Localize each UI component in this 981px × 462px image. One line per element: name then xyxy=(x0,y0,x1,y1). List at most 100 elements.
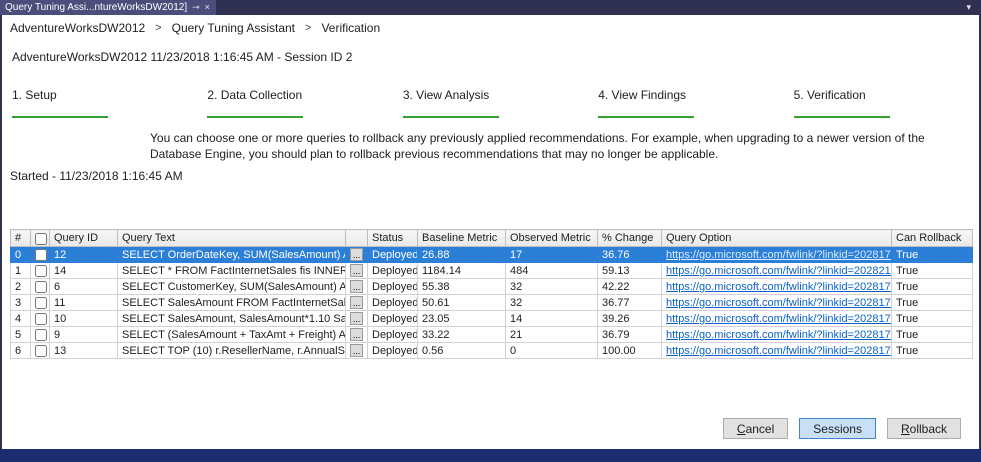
row-checkbox[interactable] xyxy=(35,345,47,358)
header-query-id[interactable]: Query ID xyxy=(49,229,118,248)
header-percent-change[interactable]: % Change xyxy=(597,229,662,248)
can-rollback-cell[interactable]: True xyxy=(891,310,973,328)
can-rollback-cell[interactable]: True xyxy=(891,278,973,296)
rollback-button[interactable]: Rollback xyxy=(886,418,961,439)
status-cell[interactable]: Deployed xyxy=(367,246,418,264)
row-checkbox[interactable] xyxy=(35,313,47,326)
status-cell[interactable]: Deployed xyxy=(367,294,418,312)
percent-change-cell[interactable]: 100.00 xyxy=(597,342,662,360)
query-option-link[interactable]: https://go.microsoft.com/fwlink/?linkid=… xyxy=(666,329,891,341)
pin-icon[interactable]: ⊸ xyxy=(192,3,200,12)
can-rollback-cell[interactable]: True xyxy=(891,326,973,344)
baseline-metric-cell[interactable]: 55.38 xyxy=(417,278,506,296)
row-checkbox[interactable] xyxy=(35,249,47,262)
can-rollback-cell[interactable]: True xyxy=(891,342,973,360)
document-tab[interactable]: Query Tuning Assi...ntureWorksDW2012] ⊸ … xyxy=(0,0,216,15)
header-status[interactable]: Status xyxy=(367,229,418,248)
row-number-cell[interactable]: 4 xyxy=(10,310,31,328)
query-text-cell[interactable]: SELECT SalesAmount FROM FactInternetSale… xyxy=(117,294,346,312)
header-can-rollback[interactable]: Can Rollback xyxy=(891,229,973,248)
percent-change-cell[interactable]: 39.26 xyxy=(597,310,662,328)
table-row[interactable]: 4 10 SELECT SalesAmount, SalesAmount*1.1… xyxy=(10,310,973,328)
baseline-metric-cell[interactable]: 1184.14 xyxy=(417,262,506,280)
table-row[interactable]: 3 11 SELECT SalesAmount FROM FactInterne… xyxy=(10,294,973,312)
select-all-checkbox[interactable] xyxy=(35,232,47,245)
query-text-expand-button[interactable]: ... xyxy=(350,328,363,342)
query-id-cell[interactable]: 12 xyxy=(49,246,118,264)
row-checkbox[interactable] xyxy=(35,297,47,310)
query-id-cell[interactable]: 10 xyxy=(49,310,118,328)
observed-metric-cell[interactable]: 32 xyxy=(505,294,598,312)
row-checkbox[interactable] xyxy=(35,265,47,278)
observed-metric-cell[interactable]: 17 xyxy=(505,246,598,264)
query-text-expand-button[interactable]: ... xyxy=(350,344,363,358)
baseline-metric-cell[interactable]: 26.88 xyxy=(417,246,506,264)
can-rollback-cell[interactable]: True xyxy=(891,246,973,264)
query-option-link[interactable]: https://go.microsoft.com/fwlink/?linkid=… xyxy=(666,297,891,309)
status-cell[interactable]: Deployed xyxy=(367,262,418,280)
query-id-cell[interactable]: 11 xyxy=(49,294,118,312)
observed-metric-cell[interactable]: 0 xyxy=(505,342,598,360)
percent-change-cell[interactable]: 42.22 xyxy=(597,278,662,296)
query-text-cell[interactable]: SELECT OrderDateKey, SUM(SalesAmount) AS… xyxy=(117,246,346,264)
query-option-link[interactable]: https://go.microsoft.com/fwlink/?linkid=… xyxy=(666,249,891,261)
query-option-link[interactable]: https://go.microsoft.com/fwlink/?linkid=… xyxy=(666,313,891,325)
percent-change-cell[interactable]: 36.79 xyxy=(597,326,662,344)
breadcrumb-item-database[interactable]: AdventureWorksDW2012 xyxy=(10,21,145,35)
query-text-expand-button[interactable]: ... xyxy=(350,312,363,326)
percent-change-cell[interactable]: 59.13 xyxy=(597,262,662,280)
query-text-cell[interactable]: SELECT * FROM FactInternetSales fis INNE… xyxy=(117,262,346,280)
query-option-link[interactable]: https://go.microsoft.com/fwlink/?linkid=… xyxy=(666,265,891,277)
query-text-expand-button[interactable]: ... xyxy=(350,296,363,310)
baseline-metric-cell[interactable]: 23.05 xyxy=(417,310,506,328)
header-query-option[interactable]: Query Option xyxy=(661,229,892,248)
sessions-button[interactable]: Sessions xyxy=(799,418,876,439)
cancel-button[interactable]: Cancel xyxy=(722,418,789,439)
close-icon[interactable]: × xyxy=(205,3,210,12)
can-rollback-cell[interactable]: True xyxy=(891,294,973,312)
query-id-cell[interactable]: 6 xyxy=(49,278,118,296)
breadcrumb-item-verification[interactable]: Verification xyxy=(321,21,380,35)
can-rollback-cell[interactable]: True xyxy=(891,262,973,280)
header-baseline-metric[interactable]: Baseline Metric xyxy=(417,229,506,248)
status-cell[interactable]: Deployed xyxy=(367,342,418,360)
row-number-cell[interactable]: 3 xyxy=(10,294,31,312)
table-row[interactable]: 6 13 SELECT TOP (10) r.ResellerName, r.A… xyxy=(10,342,973,360)
table-row[interactable]: 2 6 SELECT CustomerKey, SUM(SalesAmount)… xyxy=(10,278,973,296)
query-text-cell[interactable]: SELECT TOP (10) r.ResellerName, r.Annual… xyxy=(117,342,346,360)
observed-metric-cell[interactable]: 32 xyxy=(505,278,598,296)
query-id-cell[interactable]: 13 xyxy=(49,342,118,360)
status-cell[interactable]: Deployed xyxy=(367,310,418,328)
row-number-cell[interactable]: 2 xyxy=(10,278,31,296)
query-text-expand-button[interactable]: ... xyxy=(350,264,363,278)
observed-metric-cell[interactable]: 21 xyxy=(505,326,598,344)
header-observed-metric[interactable]: Observed Metric xyxy=(505,229,598,248)
row-checkbox[interactable] xyxy=(35,329,47,342)
table-row[interactable]: 0 12 SELECT OrderDateKey, SUM(SalesAmoun… xyxy=(10,246,973,264)
query-option-link[interactable]: https://go.microsoft.com/fwlink/?linkid=… xyxy=(666,281,891,293)
baseline-metric-cell[interactable]: 33.22 xyxy=(417,326,506,344)
breadcrumb-item-query-tuning-assistant[interactable]: Query Tuning Assistant xyxy=(172,21,295,35)
status-cell[interactable]: Deployed xyxy=(367,278,418,296)
table-row[interactable]: 1 14 SELECT * FROM FactInternetSales fis… xyxy=(10,262,973,280)
observed-metric-cell[interactable]: 484 xyxy=(505,262,598,280)
row-checkbox[interactable] xyxy=(35,281,47,294)
query-text-expand-button[interactable]: ... xyxy=(350,280,363,294)
query-id-cell[interactable]: 9 xyxy=(49,326,118,344)
query-id-cell[interactable]: 14 xyxy=(49,262,118,280)
baseline-metric-cell[interactable]: 50.61 xyxy=(417,294,506,312)
status-cell[interactable]: Deployed xyxy=(367,326,418,344)
query-text-cell[interactable]: SELECT SalesAmount, SalesAmount*1.10 Sal… xyxy=(117,310,346,328)
query-option-link[interactable]: https://go.microsoft.com/fwlink/?linkid=… xyxy=(666,345,891,357)
row-number-cell[interactable]: 0 xyxy=(10,246,31,264)
row-number-cell[interactable]: 1 xyxy=(10,262,31,280)
tab-list-dropdown-icon[interactable]: ▾ xyxy=(956,0,981,15)
percent-change-cell[interactable]: 36.76 xyxy=(597,246,662,264)
header-query-text[interactable]: Query Text xyxy=(117,229,346,248)
row-number-cell[interactable]: 6 xyxy=(10,342,31,360)
percent-change-cell[interactable]: 36.77 xyxy=(597,294,662,312)
query-text-expand-button[interactable]: ... xyxy=(350,248,363,262)
baseline-metric-cell[interactable]: 0.56 xyxy=(417,342,506,360)
observed-metric-cell[interactable]: 14 xyxy=(505,310,598,328)
query-text-cell[interactable]: SELECT (SalesAmount + TaxAmt + Freight) … xyxy=(117,326,346,344)
